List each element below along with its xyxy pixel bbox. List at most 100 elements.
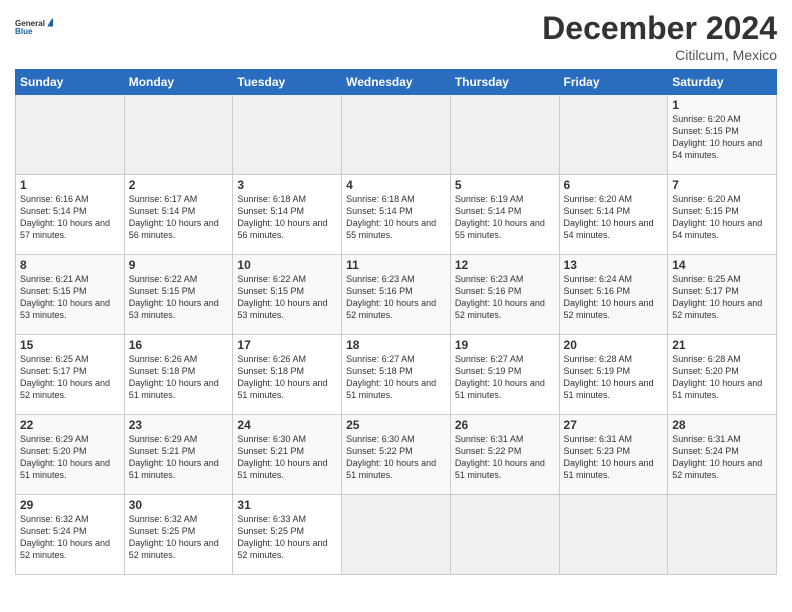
col-header-tuesday: Tuesday	[233, 70, 342, 95]
cell-info: Sunrise: 6:18 AMSunset: 5:14 PMDaylight:…	[237, 194, 327, 240]
calendar-cell: 27 Sunrise: 6:31 AMSunset: 5:23 PMDaylig…	[559, 415, 668, 495]
day-number: 15	[20, 338, 120, 352]
header: General Blue December 2024 Citilcum, Mex…	[15, 10, 777, 63]
calendar-cell: 12 Sunrise: 6:23 AMSunset: 5:16 PMDaylig…	[450, 255, 559, 335]
col-header-saturday: Saturday	[668, 70, 777, 95]
calendar-cell: 25 Sunrise: 6:30 AMSunset: 5:22 PMDaylig…	[342, 415, 451, 495]
calendar-cell	[342, 495, 451, 575]
day-number: 16	[129, 338, 229, 352]
day-number: 11	[346, 258, 446, 272]
cell-info: Sunrise: 6:18 AMSunset: 5:14 PMDaylight:…	[346, 194, 436, 240]
calendar-cell: 11 Sunrise: 6:23 AMSunset: 5:16 PMDaylig…	[342, 255, 451, 335]
calendar-cell	[124, 95, 233, 175]
week-row-2: 1 Sunrise: 6:16 AMSunset: 5:14 PMDayligh…	[16, 175, 777, 255]
calendar-cell: 1 Sunrise: 6:20 AMSunset: 5:15 PMDayligh…	[668, 95, 777, 175]
calendar-cell	[559, 495, 668, 575]
day-number: 13	[564, 258, 664, 272]
calendar-cell: 2 Sunrise: 6:17 AMSunset: 5:14 PMDayligh…	[124, 175, 233, 255]
calendar-cell: 30 Sunrise: 6:32 AMSunset: 5:25 PMDaylig…	[124, 495, 233, 575]
cell-info: Sunrise: 6:29 AMSunset: 5:21 PMDaylight:…	[129, 434, 219, 480]
calendar-cell: 7 Sunrise: 6:20 AMSunset: 5:15 PMDayligh…	[668, 175, 777, 255]
calendar-cell: 17 Sunrise: 6:26 AMSunset: 5:18 PMDaylig…	[233, 335, 342, 415]
calendar-cell: 13 Sunrise: 6:24 AMSunset: 5:16 PMDaylig…	[559, 255, 668, 335]
calendar-cell: 21 Sunrise: 6:28 AMSunset: 5:20 PMDaylig…	[668, 335, 777, 415]
cell-info: Sunrise: 6:21 AMSunset: 5:15 PMDaylight:…	[20, 274, 110, 320]
day-number: 31	[237, 498, 337, 512]
calendar-cell: 28 Sunrise: 6:31 AMSunset: 5:24 PMDaylig…	[668, 415, 777, 495]
day-number: 17	[237, 338, 337, 352]
calendar-cell: 5 Sunrise: 6:19 AMSunset: 5:14 PMDayligh…	[450, 175, 559, 255]
calendar-cell: 18 Sunrise: 6:27 AMSunset: 5:18 PMDaylig…	[342, 335, 451, 415]
cell-info: Sunrise: 6:20 AMSunset: 5:15 PMDaylight:…	[672, 194, 762, 240]
day-number: 14	[672, 258, 772, 272]
calendar-cell: 26 Sunrise: 6:31 AMSunset: 5:22 PMDaylig…	[450, 415, 559, 495]
calendar-cell: 10 Sunrise: 6:22 AMSunset: 5:15 PMDaylig…	[233, 255, 342, 335]
day-number: 5	[455, 178, 555, 192]
calendar-cell	[559, 95, 668, 175]
week-row-6: 29 Sunrise: 6:32 AMSunset: 5:24 PMDaylig…	[16, 495, 777, 575]
cell-info: Sunrise: 6:23 AMSunset: 5:16 PMDaylight:…	[346, 274, 436, 320]
cell-info: Sunrise: 6:31 AMSunset: 5:22 PMDaylight:…	[455, 434, 545, 480]
calendar-cell: 4 Sunrise: 6:18 AMSunset: 5:14 PMDayligh…	[342, 175, 451, 255]
day-number: 6	[564, 178, 664, 192]
cell-info: Sunrise: 6:20 AMSunset: 5:14 PMDaylight:…	[564, 194, 654, 240]
calendar-cell	[668, 495, 777, 575]
location: Citilcum, Mexico	[542, 47, 777, 63]
svg-text:Blue: Blue	[15, 27, 33, 36]
day-number: 9	[129, 258, 229, 272]
calendar-cell: 22 Sunrise: 6:29 AMSunset: 5:20 PMDaylig…	[16, 415, 125, 495]
day-number: 2	[129, 178, 229, 192]
col-header-friday: Friday	[559, 70, 668, 95]
day-number: 1	[20, 178, 120, 192]
cell-info: Sunrise: 6:25 AMSunset: 5:17 PMDaylight:…	[672, 274, 762, 320]
day-number: 21	[672, 338, 772, 352]
logo: General Blue	[15, 10, 53, 44]
calendar-cell: 29 Sunrise: 6:32 AMSunset: 5:24 PMDaylig…	[16, 495, 125, 575]
calendar-table: SundayMondayTuesdayWednesdayThursdayFrid…	[15, 69, 777, 575]
cell-info: Sunrise: 6:27 AMSunset: 5:18 PMDaylight:…	[346, 354, 436, 400]
cell-info: Sunrise: 6:32 AMSunset: 5:24 PMDaylight:…	[20, 514, 110, 560]
cell-info: Sunrise: 6:25 AMSunset: 5:17 PMDaylight:…	[20, 354, 110, 400]
col-header-wednesday: Wednesday	[342, 70, 451, 95]
col-header-monday: Monday	[124, 70, 233, 95]
calendar-cell	[16, 95, 125, 175]
cell-info: Sunrise: 6:33 AMSunset: 5:25 PMDaylight:…	[237, 514, 327, 560]
cell-info: Sunrise: 6:28 AMSunset: 5:19 PMDaylight:…	[564, 354, 654, 400]
calendar-cell: 16 Sunrise: 6:26 AMSunset: 5:18 PMDaylig…	[124, 335, 233, 415]
cell-info: Sunrise: 6:26 AMSunset: 5:18 PMDaylight:…	[129, 354, 219, 400]
calendar-cell	[450, 495, 559, 575]
calendar-cell: 31 Sunrise: 6:33 AMSunset: 5:25 PMDaylig…	[233, 495, 342, 575]
day-number: 28	[672, 418, 772, 432]
cell-info: Sunrise: 6:16 AMSunset: 5:14 PMDaylight:…	[20, 194, 110, 240]
page-container: General Blue December 2024 Citilcum, Mex…	[0, 0, 792, 585]
header-row: SundayMondayTuesdayWednesdayThursdayFrid…	[16, 70, 777, 95]
day-number: 4	[346, 178, 446, 192]
calendar-cell: 1 Sunrise: 6:16 AMSunset: 5:14 PMDayligh…	[16, 175, 125, 255]
cell-info: Sunrise: 6:17 AMSunset: 5:14 PMDaylight:…	[129, 194, 219, 240]
day-number: 27	[564, 418, 664, 432]
calendar-cell: 19 Sunrise: 6:27 AMSunset: 5:19 PMDaylig…	[450, 335, 559, 415]
week-row-3: 8 Sunrise: 6:21 AMSunset: 5:15 PMDayligh…	[16, 255, 777, 335]
cell-info: Sunrise: 6:28 AMSunset: 5:20 PMDaylight:…	[672, 354, 762, 400]
logo-svg: General Blue	[15, 10, 53, 44]
day-number: 1	[672, 98, 772, 112]
cell-info: Sunrise: 6:30 AMSunset: 5:21 PMDaylight:…	[237, 434, 327, 480]
day-number: 7	[672, 178, 772, 192]
day-number: 26	[455, 418, 555, 432]
col-header-thursday: Thursday	[450, 70, 559, 95]
calendar-cell: 9 Sunrise: 6:22 AMSunset: 5:15 PMDayligh…	[124, 255, 233, 335]
calendar-cell: 8 Sunrise: 6:21 AMSunset: 5:15 PMDayligh…	[16, 255, 125, 335]
cell-info: Sunrise: 6:23 AMSunset: 5:16 PMDaylight:…	[455, 274, 545, 320]
week-row-4: 15 Sunrise: 6:25 AMSunset: 5:17 PMDaylig…	[16, 335, 777, 415]
calendar-cell: 3 Sunrise: 6:18 AMSunset: 5:14 PMDayligh…	[233, 175, 342, 255]
day-number: 10	[237, 258, 337, 272]
day-number: 8	[20, 258, 120, 272]
day-number: 29	[20, 498, 120, 512]
day-number: 12	[455, 258, 555, 272]
cell-info: Sunrise: 6:24 AMSunset: 5:16 PMDaylight:…	[564, 274, 654, 320]
day-number: 24	[237, 418, 337, 432]
col-header-sunday: Sunday	[16, 70, 125, 95]
day-number: 25	[346, 418, 446, 432]
cell-info: Sunrise: 6:22 AMSunset: 5:15 PMDaylight:…	[129, 274, 219, 320]
calendar-cell: 24 Sunrise: 6:30 AMSunset: 5:21 PMDaylig…	[233, 415, 342, 495]
